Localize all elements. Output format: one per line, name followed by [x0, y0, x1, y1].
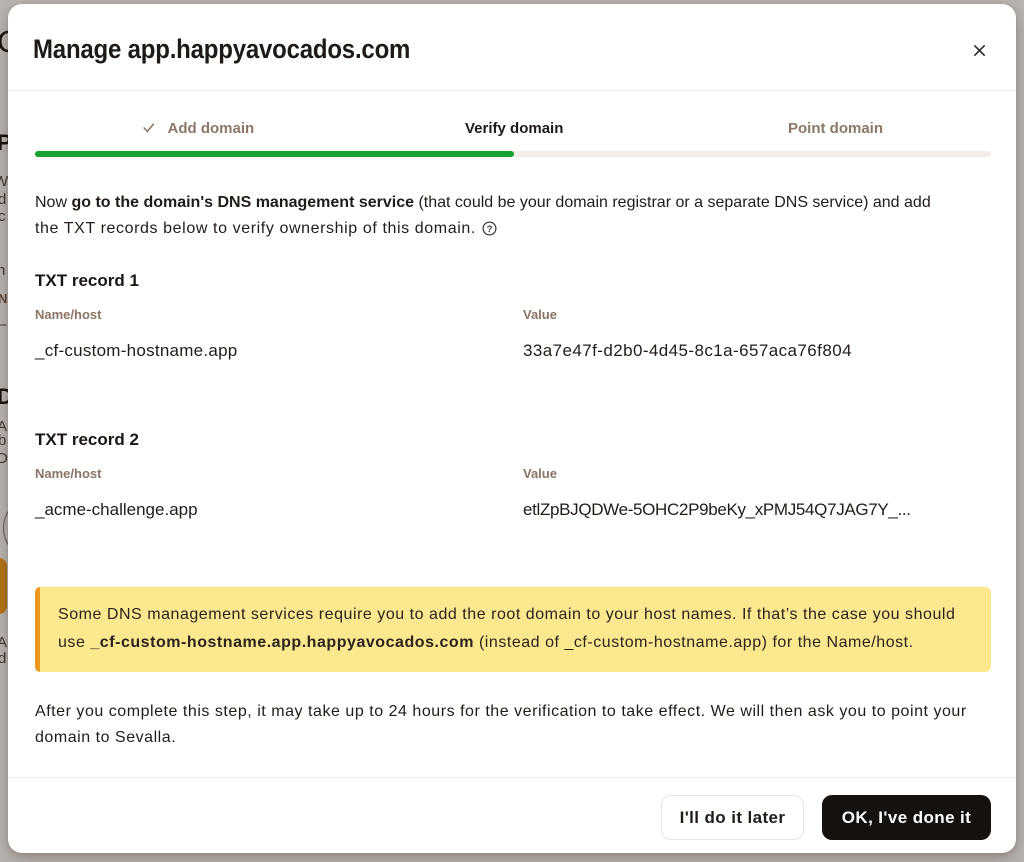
svg-text:?: ?	[487, 224, 493, 235]
